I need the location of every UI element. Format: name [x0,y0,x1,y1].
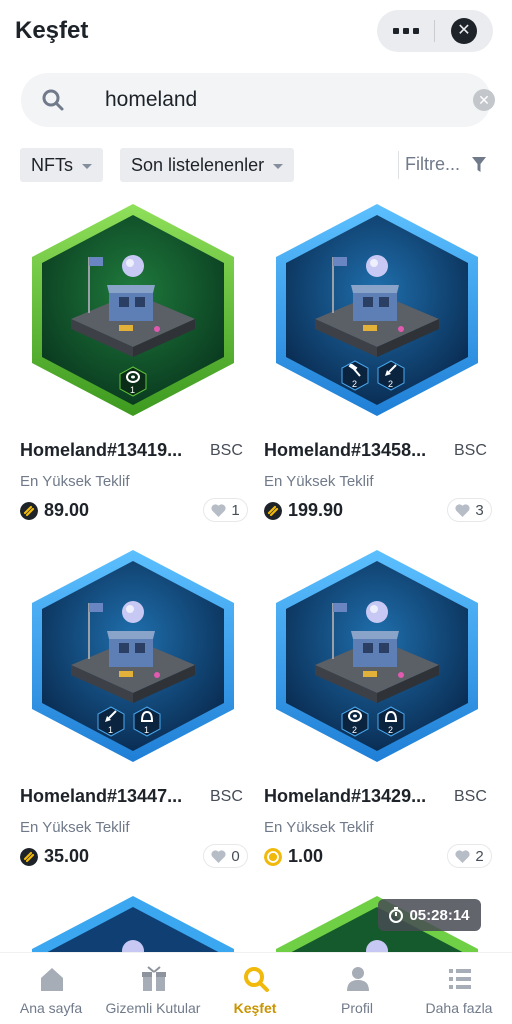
helmet-icon [140,710,154,722]
like-button[interactable]: 2 [447,844,492,868]
more-options-button[interactable] [377,10,434,52]
nav-more[interactable]: Daha fazla [408,953,510,1024]
helmet-icon [384,710,398,722]
disc-icon [126,371,140,383]
badge-count: 1 [108,725,114,735]
shovel-icon [105,710,117,722]
nft-price: 1.00 [288,846,324,866]
highest-bid-label: En Yüksek Teklif [20,473,130,490]
gift-box-icon [142,966,166,991]
like-count: 1 [231,501,240,519]
search-icon [42,89,64,111]
heart-icon [455,503,470,517]
nav-home-label: Ana sayfa [19,1000,83,1016]
badge-count: 2 [388,725,394,735]
hammer-icon [348,364,361,377]
search-input[interactable]: homeland ✕ [21,73,495,127]
caret-down-icon [82,163,92,169]
nav-mystery-label: Gizemli Kutular [105,1000,201,1016]
nav-profile[interactable]: Profil [306,953,408,1024]
highest-bid-label: En Yüksek Teklif [264,473,374,490]
coin-icon [264,502,282,520]
stopwatch-icon [389,907,404,923]
coin-icon [264,848,282,866]
nft-card[interactable]: 1 1 Homeland#13447... BSC En Yüksek Tekl… [20,547,248,887]
nft-image[interactable] [271,201,483,419]
nft-price: 89.00 [44,500,90,520]
nft-image[interactable] [27,547,239,765]
nav-more-label: Daha fazla [425,1000,493,1016]
mini-app-capsule: ✕ [377,10,493,52]
like-button[interactable]: 0 [203,844,248,868]
like-button[interactable]: 1 [203,498,248,522]
nft-name: Homeland#13429... [264,786,427,806]
heart-icon [211,503,226,517]
filter-label: Filtre... [405,154,461,174]
clear-search-icon[interactable]: ✕ [473,89,495,111]
like-count: 3 [475,501,484,519]
home-icon [41,968,63,991]
funnel-icon [472,156,487,172]
chain-label: BSC [454,442,487,459]
explore-search-icon [244,967,269,992]
disc-icon [348,710,362,722]
badge-count: 2 [388,379,394,389]
coin-icon [20,848,38,866]
badge-count: 2 [352,725,358,735]
badge-count: 1 [144,725,150,735]
nft-price: 35.00 [44,846,90,866]
like-count: 0 [231,847,240,865]
chain-label: BSC [454,788,487,805]
sort-dropdown[interactable]: Son listelenenler [120,148,295,182]
coin-icon [20,502,38,520]
countdown-timer[interactable]: 05:28:14 [378,899,481,931]
nft-name: Homeland#13419... [20,440,183,460]
like-count: 2 [475,847,484,865]
filter-divider [398,151,399,179]
heart-icon [455,849,470,863]
nft-card[interactable]: 2 2 Homeland#13458... BSC En Yüksek Tekl… [264,201,492,541]
nft-card[interactable]: 1 Homeland#13419... BSC En Yüksek Teklif… [20,201,248,541]
close-button[interactable]: ✕ [435,10,493,52]
close-icon: ✕ [451,18,477,44]
nav-home[interactable]: Ana sayfa [0,953,102,1024]
chain-label: BSC [210,442,243,459]
highest-bid-label: En Yüksek Teklif [264,819,374,836]
nft-image-partial[interactable] [27,893,239,953]
nav-explore-label: Keşfet [233,1000,277,1016]
like-button[interactable]: 3 [447,498,492,522]
list-icon [449,969,471,989]
nft-card[interactable]: 2 2 Homeland#13429... BSC En Yüksek Tekl… [264,547,492,887]
nav-explore[interactable]: Keşfet [204,953,306,1024]
timer-value: 05:28:14 [409,906,470,924]
nav-profile-label: Profil [341,1000,373,1016]
shovel-icon [385,364,397,376]
search-query: homeland [105,88,198,111]
heart-icon [211,849,226,863]
nft-price: 199.90 [288,500,344,520]
nft-image[interactable] [271,547,483,765]
bottom-nav: Ana sayfa Gizemli Kutular Keşfet Profil … [0,952,512,1024]
chain-label: BSC [210,788,243,805]
highest-bid-label: En Yüksek Teklif [20,819,130,836]
more-dots-icon [392,28,399,34]
type-dropdown[interactable]: NFTs [20,148,103,182]
header: Keşfet ✕ [0,0,512,66]
nft-name: Homeland#13458... [264,440,427,460]
filter-button[interactable]: Filtre... [405,154,487,175]
page-title: Keşfet [15,17,89,44]
profile-icon [347,967,369,991]
caret-down-icon [273,163,284,169]
badge-count: 1 [130,385,136,395]
badge-count: 2 [352,379,358,389]
sort-dropdown-label: Son listelenenler [131,154,265,175]
type-dropdown-label: NFTs [31,154,73,175]
nav-mystery-boxes[interactable]: Gizemli Kutular [102,953,204,1024]
nft-name: Homeland#13447... [20,786,183,806]
